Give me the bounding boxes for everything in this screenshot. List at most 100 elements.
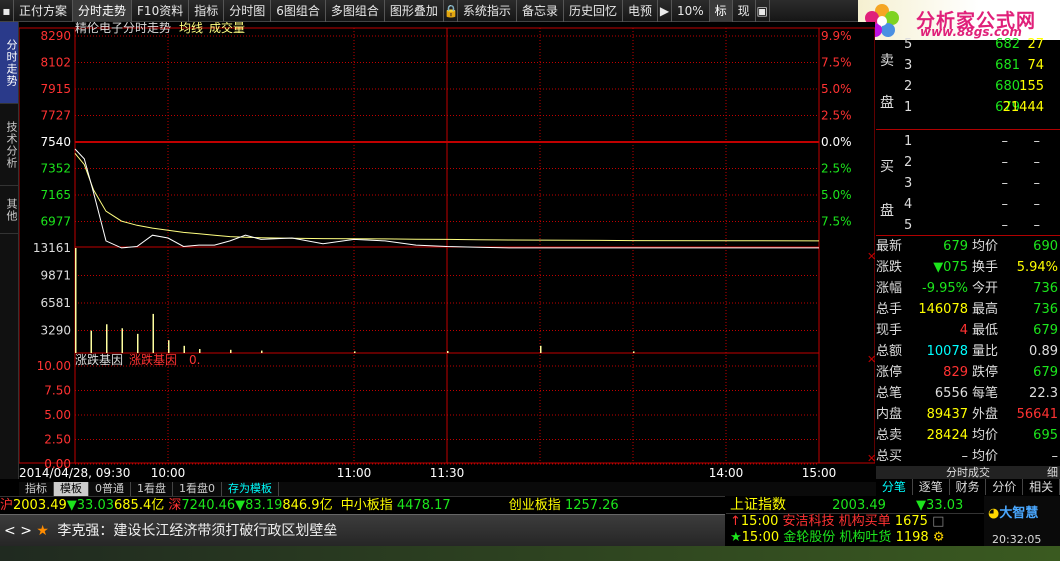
price-tick-label: 7165 <box>40 188 71 202</box>
stat-label: 涨停 <box>876 365 903 380</box>
alert1-type: 机构买单 <box>838 514 891 529</box>
buy-level: 2 <box>904 155 913 170</box>
toolbar-now[interactable]: 现 <box>733 0 756 22</box>
sell-price: 680 <box>995 79 1020 94</box>
sh-value: 2003.49 <box>13 498 67 513</box>
toolbar-f10[interactable]: F10资料 <box>132 0 190 22</box>
buy-row: 1 – – <box>876 131 1060 152</box>
toolbar-multigrid[interactable]: 多图组合 <box>326 0 385 22</box>
stat-label: 均价 <box>972 239 999 254</box>
toolbar-alert[interactable]: 电预 <box>623 0 658 22</box>
star-icon: ★ <box>36 523 49 539</box>
toolbar-timechart[interactable]: 分时图 <box>224 0 272 22</box>
tab-finance[interactable]: 财务 <box>950 479 987 495</box>
volume-bar <box>183 345 185 353</box>
stat-label: 涨跌 <box>876 260 903 275</box>
alert1-box-icon[interactable]: □ <box>932 514 944 529</box>
tab-related[interactable]: 相关 <box>1023 479 1060 495</box>
tab-save-template[interactable]: 存为模板 <box>222 482 279 496</box>
news-headline[interactable]: 李克强：建设长江经济带须打破行政区划壁垒 <box>57 523 337 539</box>
toolbar-memo[interactable]: 备忘录 <box>517 0 564 22</box>
toolbar-percent[interactable]: 10% <box>672 0 710 22</box>
alert1-icon: ↑ <box>730 514 741 529</box>
toolbar-overlay[interactable]: 图形叠加 <box>385 0 444 22</box>
stat-label: 总手 <box>876 302 903 317</box>
stat-label: 最低 <box>972 323 999 338</box>
brand-logo-icon: ◕ <box>988 506 1000 521</box>
volume-bar <box>230 349 232 353</box>
price-tick-label: 7727 <box>40 109 71 123</box>
stat-label: 内盘 <box>876 407 903 422</box>
toolbar-mark[interactable]: 标 <box>709 0 733 22</box>
sell-volume: 21444 <box>1002 100 1044 115</box>
alert2-time: 15:00 <box>741 530 780 545</box>
price-tick-label: 6977 <box>40 215 71 229</box>
tab-ticks[interactable]: 分笔 <box>876 479 913 495</box>
left-tab-other[interactable]: 其他 <box>0 186 18 234</box>
stat-label: 跌停 <box>972 365 999 380</box>
price-tick-label: 7915 <box>40 82 71 96</box>
prev-icon[interactable]: < <box>4 523 16 539</box>
stat-label: 均价 <box>972 449 999 464</box>
price-tick-label: 8290 <box>40 29 71 43</box>
toolbar-plan[interactable]: 正付方案 <box>14 0 74 22</box>
next-icon[interactable]: > <box>20 523 32 539</box>
tab-indicator[interactable]: 指标 <box>19 482 54 496</box>
detail-button[interactable]: 细 <box>1047 466 1058 480</box>
alert1-stock[interactable]: 安洁科技 <box>783 514 835 529</box>
stat-row: 总笔 6556 每笔 22.3 <box>876 383 1060 404</box>
tab-watch0[interactable]: 1看盘0 <box>173 482 222 496</box>
stat-row: 涨跌 ▼075 换手 5.94% <box>876 257 1060 278</box>
left-tab-technical[interactable]: 技术分析 <box>0 104 18 186</box>
buy-price: – <box>1001 197 1009 212</box>
play-icon[interactable]: ▶ <box>658 0 672 22</box>
right-tab-bar: 分笔 逐笔 财务 分价 相关 <box>876 479 1060 495</box>
left-tab-bar: 分时走势 技术分析 其他 <box>0 22 19 479</box>
left-tab-intraday[interactable]: 分时走势 <box>0 22 18 104</box>
tab-trades[interactable]: 逐笔 <box>913 479 950 495</box>
stat-value: – <box>961 449 969 464</box>
stat-value: 22.3 <box>1029 386 1058 401</box>
alert1-value: 1675 <box>894 514 928 529</box>
alert2-stock[interactable]: 金轮股份 <box>783 530 835 545</box>
pct-tick-label: 5.0% <box>821 188 852 202</box>
index-name[interactable]: 上证指数 <box>730 497 786 513</box>
time-label: 15:00 <box>802 466 837 480</box>
settings-gear-icon[interactable]: ⚙ <box>933 530 945 545</box>
tab-watch[interactable]: 1看盘 <box>131 482 173 496</box>
sell-level: 5 <box>904 37 913 52</box>
sme-value: 4478.17 <box>396 498 451 513</box>
alert1-time: 15:00 <box>740 514 779 529</box>
alert2-value: 1198 <box>895 530 929 545</box>
vol-tick-label: 3290 <box>40 324 71 338</box>
toolbar-6grid[interactable]: 6图组合 <box>271 0 326 22</box>
price-tick-label: 7352 <box>40 162 71 176</box>
ind-tick-label: 2.50 <box>44 433 71 447</box>
close-ind-icon[interactable]: ✕ <box>867 353 875 366</box>
stat-label: 总卖 <box>876 428 903 443</box>
gem-value: 1257.26 <box>564 498 619 513</box>
volume-bar <box>447 351 449 353</box>
window-icon[interactable]: ▣ <box>756 0 770 22</box>
buy-row: 5 – – <box>876 215 1060 236</box>
sh-label: 沪 <box>0 498 14 513</box>
stat-row: 内盘 89437 外盘 56641 <box>876 404 1060 425</box>
toolbar-sysind[interactable]: 系统指示 <box>458 0 517 22</box>
tab-template[interactable]: 模板 <box>54 482 89 496</box>
lock-icon[interactable]: 🔒 <box>444 0 459 22</box>
tab-price-dist[interactable]: 分价 <box>986 479 1024 495</box>
close-bottom-icon[interactable]: ✕ <box>867 452 875 465</box>
tab-normal[interactable]: 0普通 <box>89 482 131 496</box>
time-label: 11:00 <box>337 466 372 480</box>
buy-level: 5 <box>904 218 913 233</box>
toolbar-menu-icon[interactable]: ▪ <box>0 0 14 22</box>
toolbar-history[interactable]: 历史回忆 <box>564 0 623 22</box>
indicator-title: 涨跌基因 <box>75 352 123 367</box>
brand-name: 大智慧 <box>999 506 1039 521</box>
toolbar-indicator[interactable]: 指标 <box>189 0 225 22</box>
close-vol-icon[interactable]: ✕ <box>867 250 875 263</box>
toolbar-intraday[interactable]: 分时走势 <box>73 0 133 22</box>
volume-bar <box>168 340 170 353</box>
intraday-chart[interactable]: 8290 9.9% 8102 7.5% 7915 5.0% 7727 2.5% 7540 0.0%… <box>19 22 875 482</box>
alert2-type: 机构吐货 <box>839 530 892 545</box>
